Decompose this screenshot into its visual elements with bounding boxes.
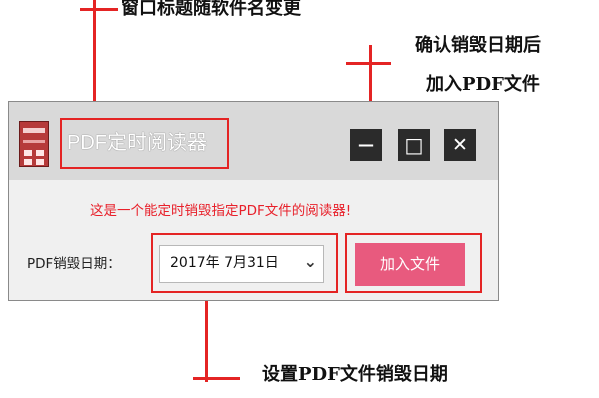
annotation-add-note-line2: 加入PDF文件 [426, 74, 540, 95]
annotation-add-note-line1: 确认销毁日期后 [415, 35, 541, 56]
minimize-button[interactable]: — [350, 129, 382, 161]
highlight-add-box [345, 233, 482, 293]
highlight-title-box [60, 118, 229, 169]
annotation-line [80, 8, 118, 11]
highlight-date-box [151, 233, 338, 293]
maximize-button[interactable]: □ [398, 129, 430, 161]
annotation-line [205, 292, 208, 382]
minimize-icon: — [358, 135, 374, 154]
annotation-line [193, 377, 240, 380]
annotation-date-note: 设置PDF文件销毁日期 [262, 364, 448, 385]
maximize-icon: □ [404, 133, 424, 157]
annotation-title-note: 窗口标题随软件名变更 [121, 0, 301, 19]
date-label: PDF销毁日期： [27, 256, 121, 272]
app-logo-icon [19, 121, 49, 167]
warning-message: 这是一个能定时销毁指定PDF文件的阅读器! [90, 203, 352, 219]
close-icon: ✕ [452, 133, 468, 156]
close-button[interactable]: ✕ [444, 129, 476, 161]
